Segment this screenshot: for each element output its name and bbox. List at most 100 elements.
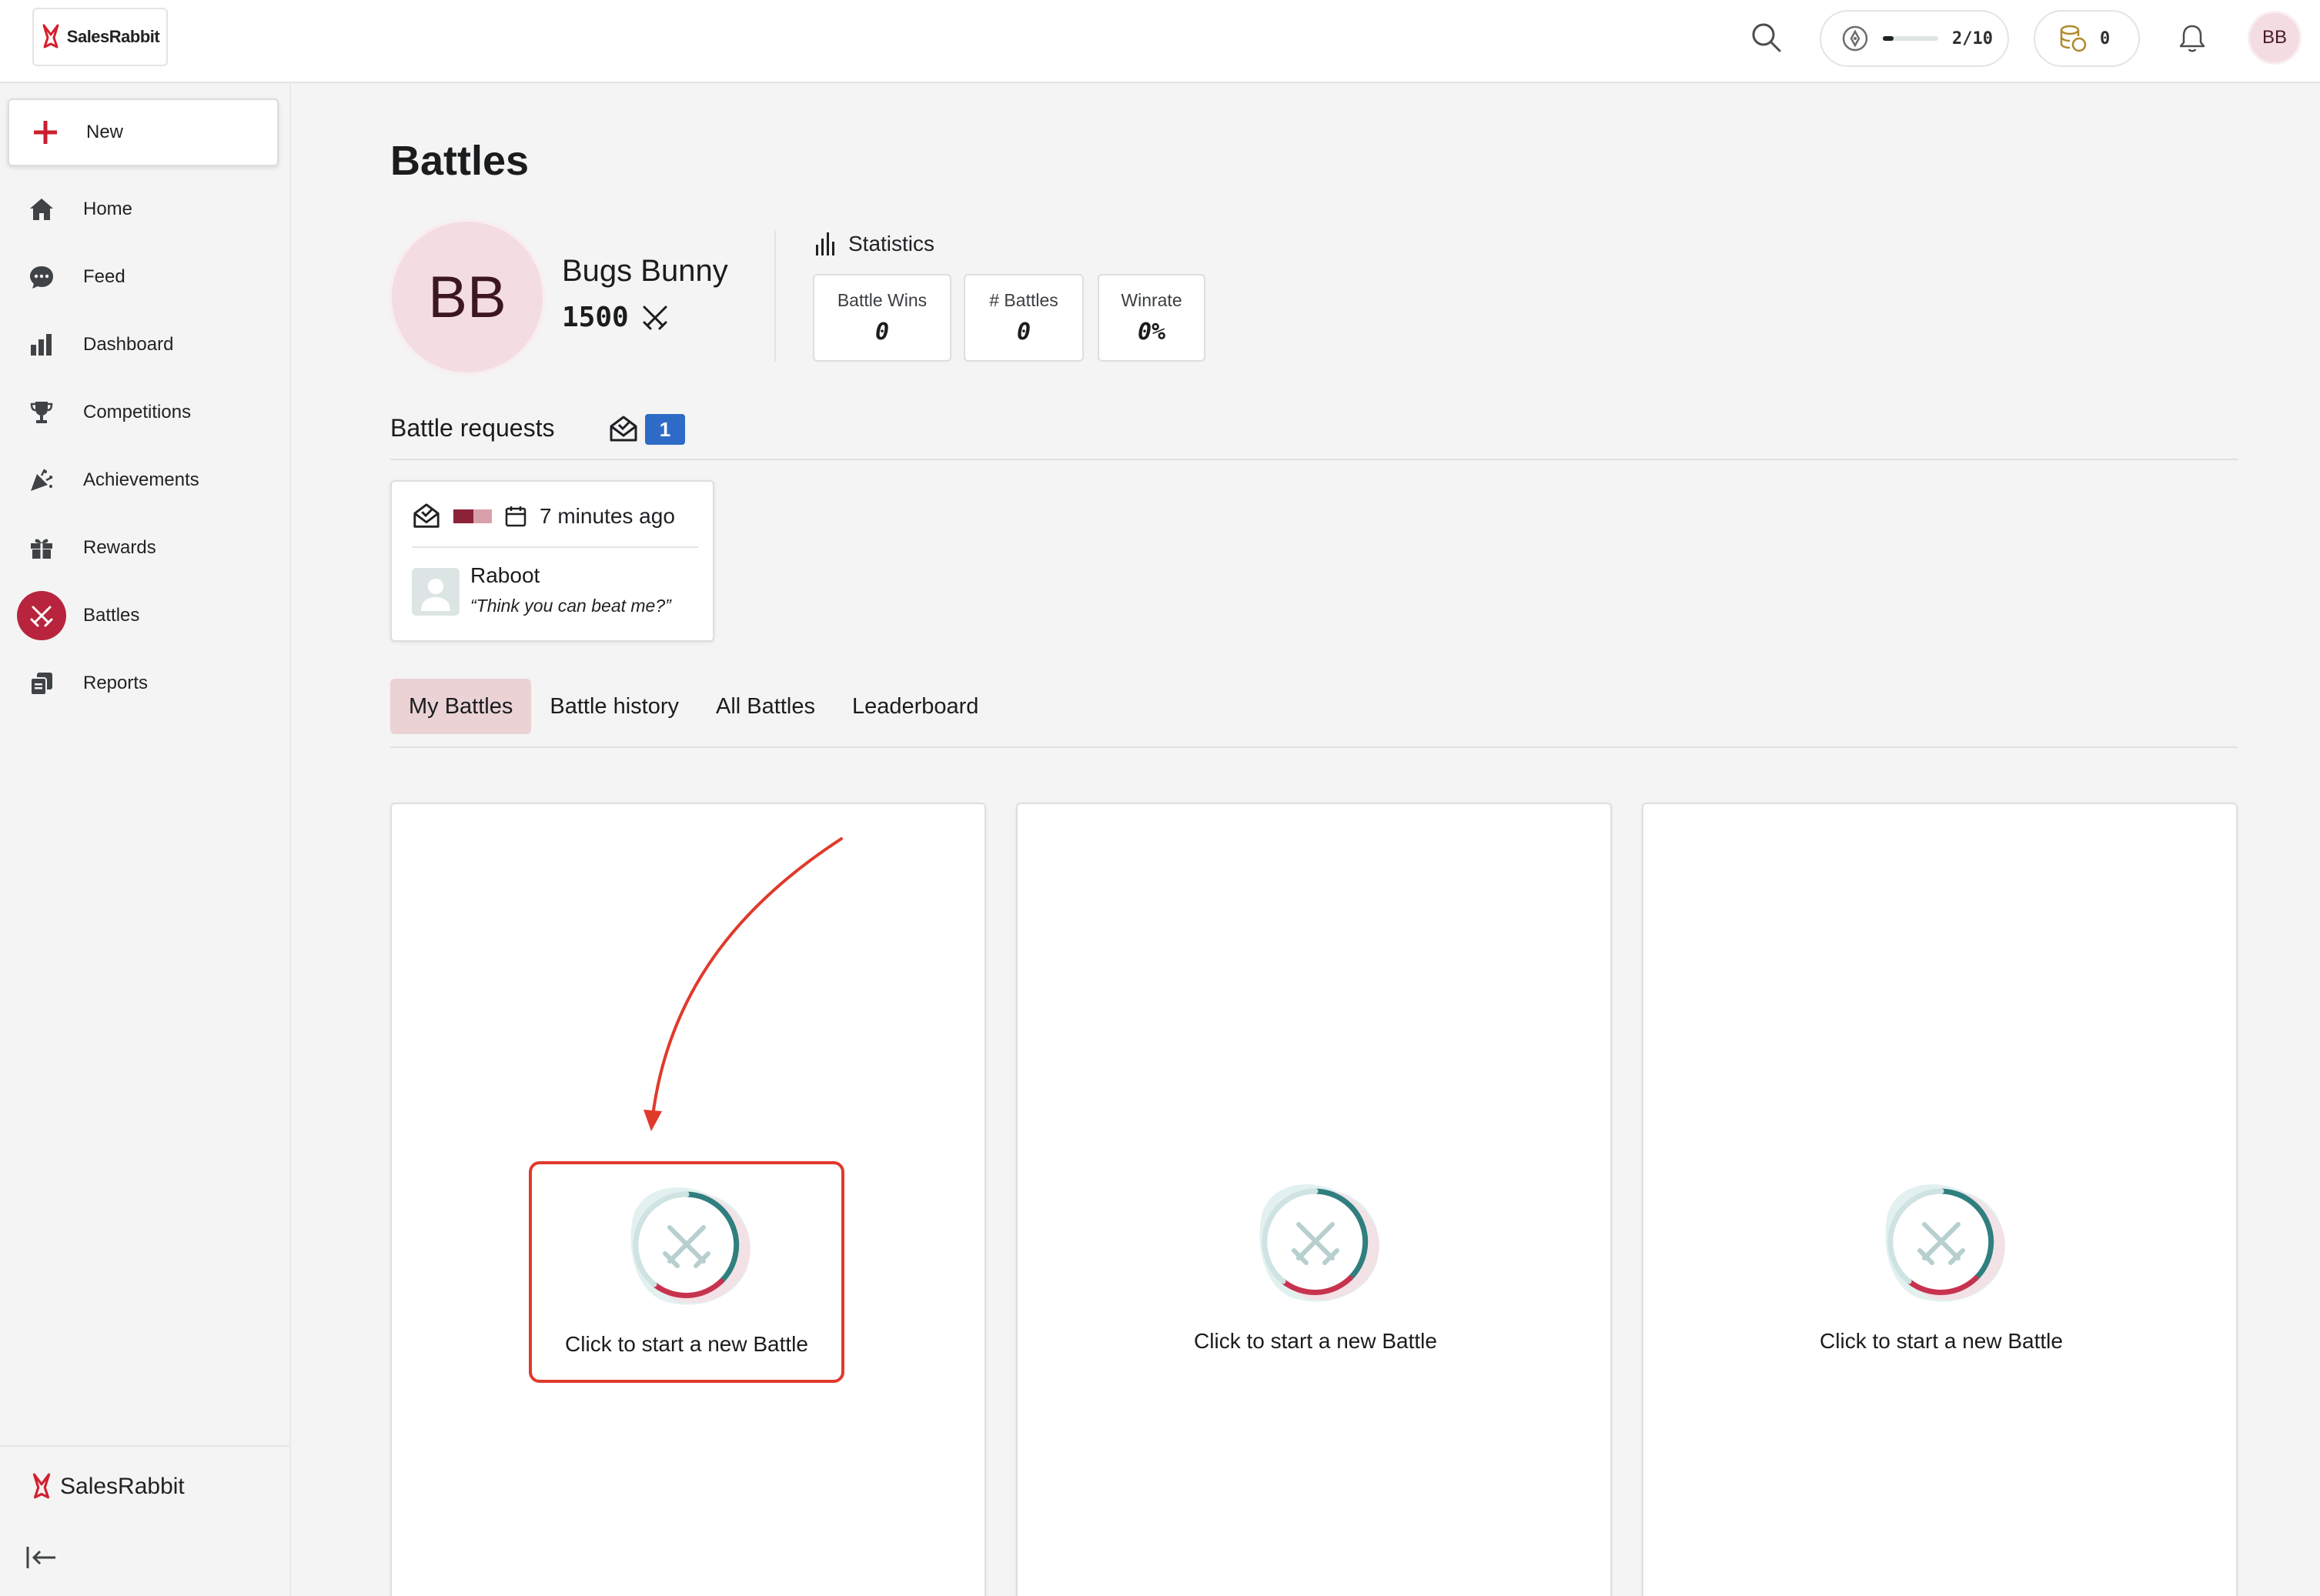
tab-battle-history[interactable]: Battle history [531, 679, 697, 734]
sidebar-item-label: Battles [83, 605, 140, 626]
gift-icon [28, 534, 55, 562]
sidebar-item-label: Feed [83, 266, 125, 287]
calendar-icon [505, 506, 527, 527]
stat-card-battles: # Battles 0 [964, 274, 1084, 362]
tab-leaderboard[interactable]: Leaderboard [834, 679, 997, 734]
stat-value: 0 [1016, 319, 1031, 346]
crossed-swords-icon [643, 306, 667, 329]
sidebar-item-home[interactable]: Home [0, 179, 289, 240]
profile-avatar: BB [389, 219, 546, 376]
sidebar-item-label: Dashboard [83, 334, 174, 355]
stat-label: Battle Wins [837, 290, 928, 310]
trophy-icon [28, 399, 55, 426]
battle-slot-card[interactable]: Click to start a new Battle [1016, 803, 1612, 1596]
sidebar-item-dashboard[interactable]: Dashboard [0, 314, 289, 376]
stat-value: 0 [874, 319, 890, 346]
sidebar-item-label: Home [83, 199, 133, 219]
brand-logo[interactable]: SalesRabbit [32, 8, 168, 66]
sidebar-item-competitions[interactable]: Competitions [0, 382, 289, 443]
battle-emblem-icon [630, 1187, 750, 1305]
bar-chart-icon [28, 331, 55, 359]
battle-emblem-icon [1885, 1184, 2005, 1302]
stat-card-battle-wins: Battle Wins 0 [813, 274, 951, 362]
stat-value: 0% [1137, 319, 1166, 346]
brand-name: SalesRabbit [66, 27, 160, 46]
start-battle-button[interactable]: Click to start a new Battle [1783, 1161, 2099, 1383]
battle-tabs: My Battles Battle history All Battles Le… [390, 679, 997, 734]
battle-slot-card[interactable]: Click to start a new Battle [1642, 803, 2238, 1596]
tab-all-battles[interactable]: All Battles [697, 679, 834, 734]
statistics-heading: Statistics [814, 231, 934, 257]
stat-label: # Battles [989, 290, 1058, 310]
battle-request-meta: 7 minutes ago [412, 502, 675, 531]
start-battle-label: Click to start a new Battle [1194, 1329, 1437, 1353]
rabbit-logo-icon [32, 1473, 51, 1499]
statistics-heading-label: Statistics [848, 232, 935, 255]
search-icon[interactable] [1749, 20, 1783, 54]
battle-emblem-icon [1259, 1184, 1379, 1302]
profile-name: Bugs Bunny [562, 254, 728, 288]
sidebar-item-label: Rewards [83, 537, 156, 558]
coins-count: 0 [2100, 28, 2111, 48]
sender-avatar [412, 568, 460, 616]
profile-divider [774, 231, 776, 362]
statistics-icon [816, 232, 834, 255]
start-battle-label: Click to start a new Battle [565, 1332, 808, 1356]
profile-score-value: 1500 [562, 302, 629, 333]
level-progress-pill[interactable]: 2/10 [1820, 10, 2009, 67]
collapse-sidebar-icon[interactable] [25, 1542, 59, 1573]
coins-pill[interactable]: 0 [2034, 10, 2140, 67]
battle-request-message: “Think you can beat me?” [470, 596, 671, 616]
sidebar-item-label: Competitions [83, 402, 192, 422]
battle-request-sender: Raboot [470, 563, 540, 587]
user-avatar[interactable]: BB [2248, 11, 2302, 65]
sidebar-brand-name: SalesRabbit [60, 1474, 185, 1499]
sidebar-item-label: Reports [83, 673, 149, 693]
stat-card-winrate: Winrate 0% [1098, 274, 1205, 362]
rabbit-logo-icon [42, 24, 59, 48]
start-battle-button[interactable]: Click to start a new Battle [529, 1161, 844, 1383]
sidebar-item-feed[interactable]: Feed [0, 246, 289, 308]
new-button[interactable]: New [8, 98, 279, 166]
level-progress-fill [1883, 36, 1894, 41]
chat-bubble-icon [28, 263, 55, 291]
battle-requests-heading: Battle requests [390, 414, 555, 442]
new-button-label: New [86, 122, 124, 142]
battle-request-card[interactable]: 7 minutes ago Raboot “Think you can beat… [390, 480, 714, 642]
person-placeholder-icon [421, 579, 450, 611]
battle-slot-card[interactable]: Click to start a new Battle [390, 803, 986, 1596]
page-title: Battles [390, 138, 530, 184]
level-progress-bar [1883, 36, 1938, 41]
party-popper-icon [28, 466, 55, 494]
section-divider [390, 459, 2238, 460]
sidebar-item-reports[interactable]: Reports [0, 653, 289, 714]
profile-score: 1500 [562, 302, 670, 333]
compass-icon [1842, 25, 1868, 52]
tab-my-battles[interactable]: My Battles [390, 679, 532, 734]
top-bar: SalesRabbit 2/10 0 BB [0, 0, 2320, 83]
flag-icon [453, 509, 492, 523]
battle-request-time: 7 minutes ago [540, 504, 675, 528]
home-icon [28, 195, 55, 223]
level-progress-text: 2/10 [1952, 28, 1993, 48]
sidebar-item-battles[interactable]: Battles [0, 585, 289, 646]
start-battle-button[interactable]: Click to start a new Battle [1158, 1161, 1473, 1383]
plus-icon [34, 121, 57, 144]
stat-label: Winrate [1121, 290, 1182, 310]
battle-request-separator [412, 546, 698, 548]
coins-icon [2060, 25, 2087, 52]
envelope-open-icon [610, 416, 637, 442]
sidebar-brand[interactable]: SalesRabbit [31, 1473, 185, 1501]
battle-requests-count-badge: 1 [645, 414, 685, 445]
sidebar: New Home Feed Dashboard Competitions Ach… [0, 83, 291, 1596]
tabs-divider [390, 746, 2238, 748]
sidebar-item-label: Achievements [83, 469, 199, 490]
crossed-swords-icon [17, 591, 66, 640]
sidebar-item-achievements[interactable]: Achievements [0, 449, 289, 511]
envelope-open-icon [413, 503, 440, 528]
start-battle-label: Click to start a new Battle [1820, 1329, 2063, 1353]
notification-bell-icon[interactable] [2175, 22, 2209, 55]
sidebar-footer-divider [0, 1445, 289, 1447]
reports-icon [28, 669, 55, 697]
sidebar-item-rewards[interactable]: Rewards [0, 517, 289, 579]
